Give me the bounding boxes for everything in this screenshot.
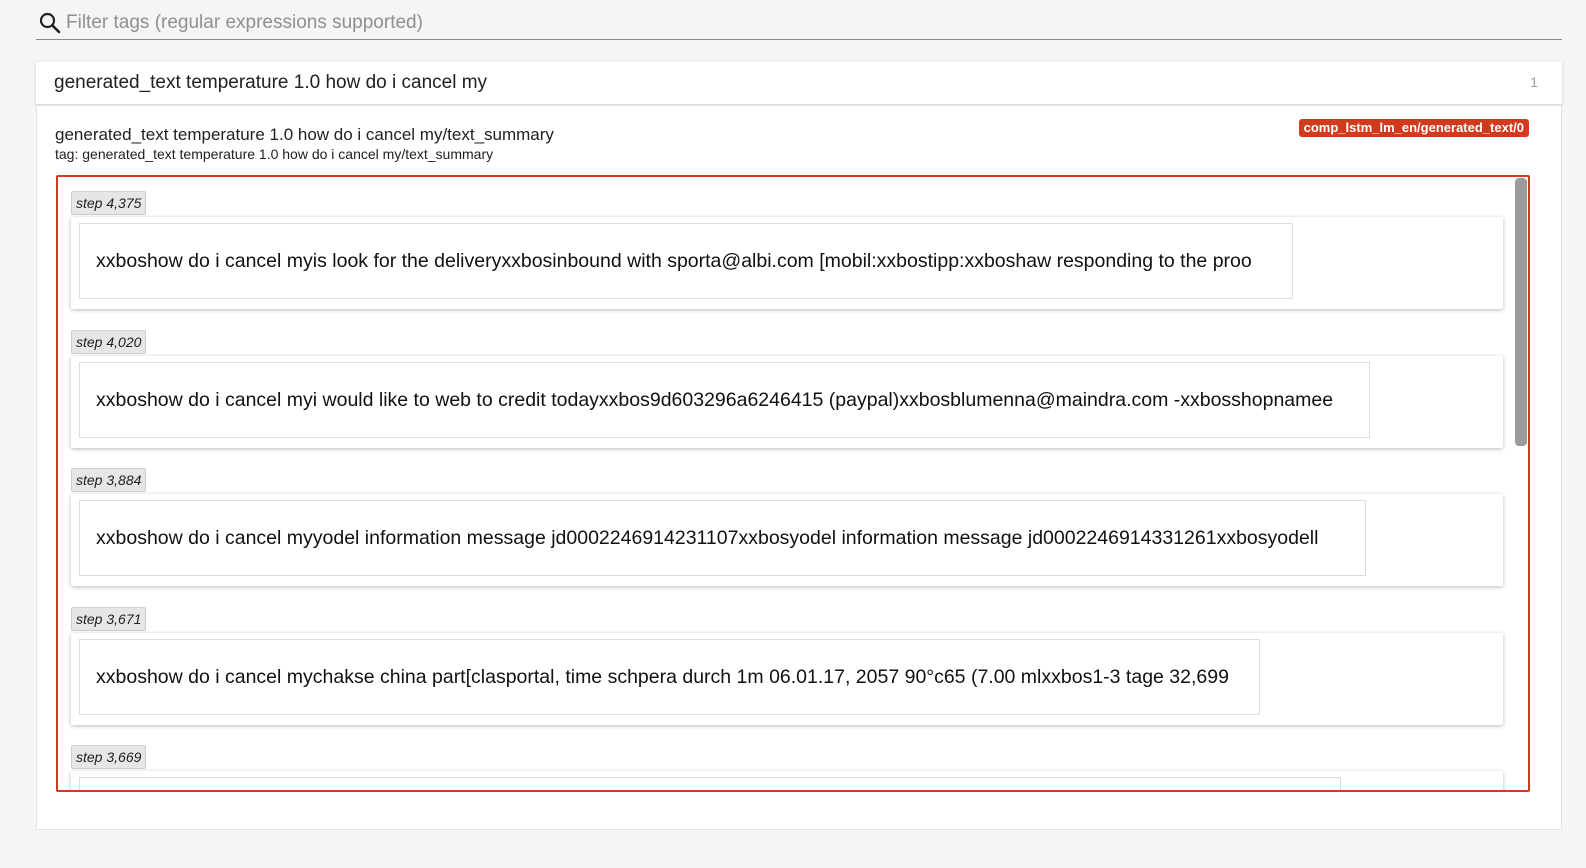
step-label: step 4,020 <box>71 329 147 354</box>
step-label: step 3,884 <box>71 468 147 492</box>
generated-text: xxboshow do i cancel myi would like to w… <box>79 361 1370 438</box>
generated-text <box>79 777 1341 790</box>
step-text-card: xxboshow do i cancel myis look for the d… <box>71 217 1503 309</box>
scrollbar-thumb[interactable] <box>1515 178 1527 446</box>
generated-text: xxboshow do i cancel myis look for the d… <box>79 223 1293 299</box>
step-text-card: xxboshow do i cancel myi would like to w… <box>71 355 1503 448</box>
step-entry: step 3,671 xxboshow do i cancel mychakse… <box>71 593 1505 732</box>
run-badge: comp_lstm_lm_en/generated_text/0 <box>1298 119 1529 137</box>
tag-group-title: generated_text temperature 1.0 how do i … <box>54 72 488 93</box>
card-title: generated_text temperature 1.0 how do i … <box>55 125 554 144</box>
step-entry: step 4,375 xxboshow do i cancel myis loo… <box>71 177 1505 316</box>
text-summary-card: generated_text temperature 1.0 how do i … <box>36 105 1562 830</box>
step-label: step 4,375 <box>71 191 147 215</box>
step-entry: step 4,020 xxboshow do i cancel myi woul… <box>71 316 1505 455</box>
generated-text: xxboshow do i cancel myyodel information… <box>79 500 1366 576</box>
card-tag-label: tag: generated_text temperature 1.0 how … <box>55 146 494 162</box>
step-text-card: xxboshow do i cancel myyodel information… <box>71 494 1503 586</box>
step-entry: step 3,884 xxboshow do i cancel myyodel … <box>71 454 1505 593</box>
generated-text: xxboshow do i cancel mychakse china part… <box>79 638 1260 715</box>
step-text-card <box>71 771 1503 790</box>
tag-group-count: 1 <box>1530 74 1538 90</box>
tag-filter-input[interactable] <box>64 8 1548 38</box>
step-entry: step 3,669 <box>71 731 1505 790</box>
search-icon <box>39 12 61 34</box>
tag-group-header[interactable]: generated_text temperature 1.0 how do i … <box>36 62 1562 104</box>
step-label: step 3,671 <box>71 606 147 631</box>
tag-filter-bar <box>36 6 1562 40</box>
step-list: step 4,375 xxboshow do i cancel myis loo… <box>71 177 1505 790</box>
step-label: step 3,669 <box>71 745 147 769</box>
text-summary-scroll-area[interactable]: step 4,375 xxboshow do i cancel myis loo… <box>56 175 1530 792</box>
step-text-card: xxboshow do i cancel mychakse china part… <box>71 632 1503 725</box>
